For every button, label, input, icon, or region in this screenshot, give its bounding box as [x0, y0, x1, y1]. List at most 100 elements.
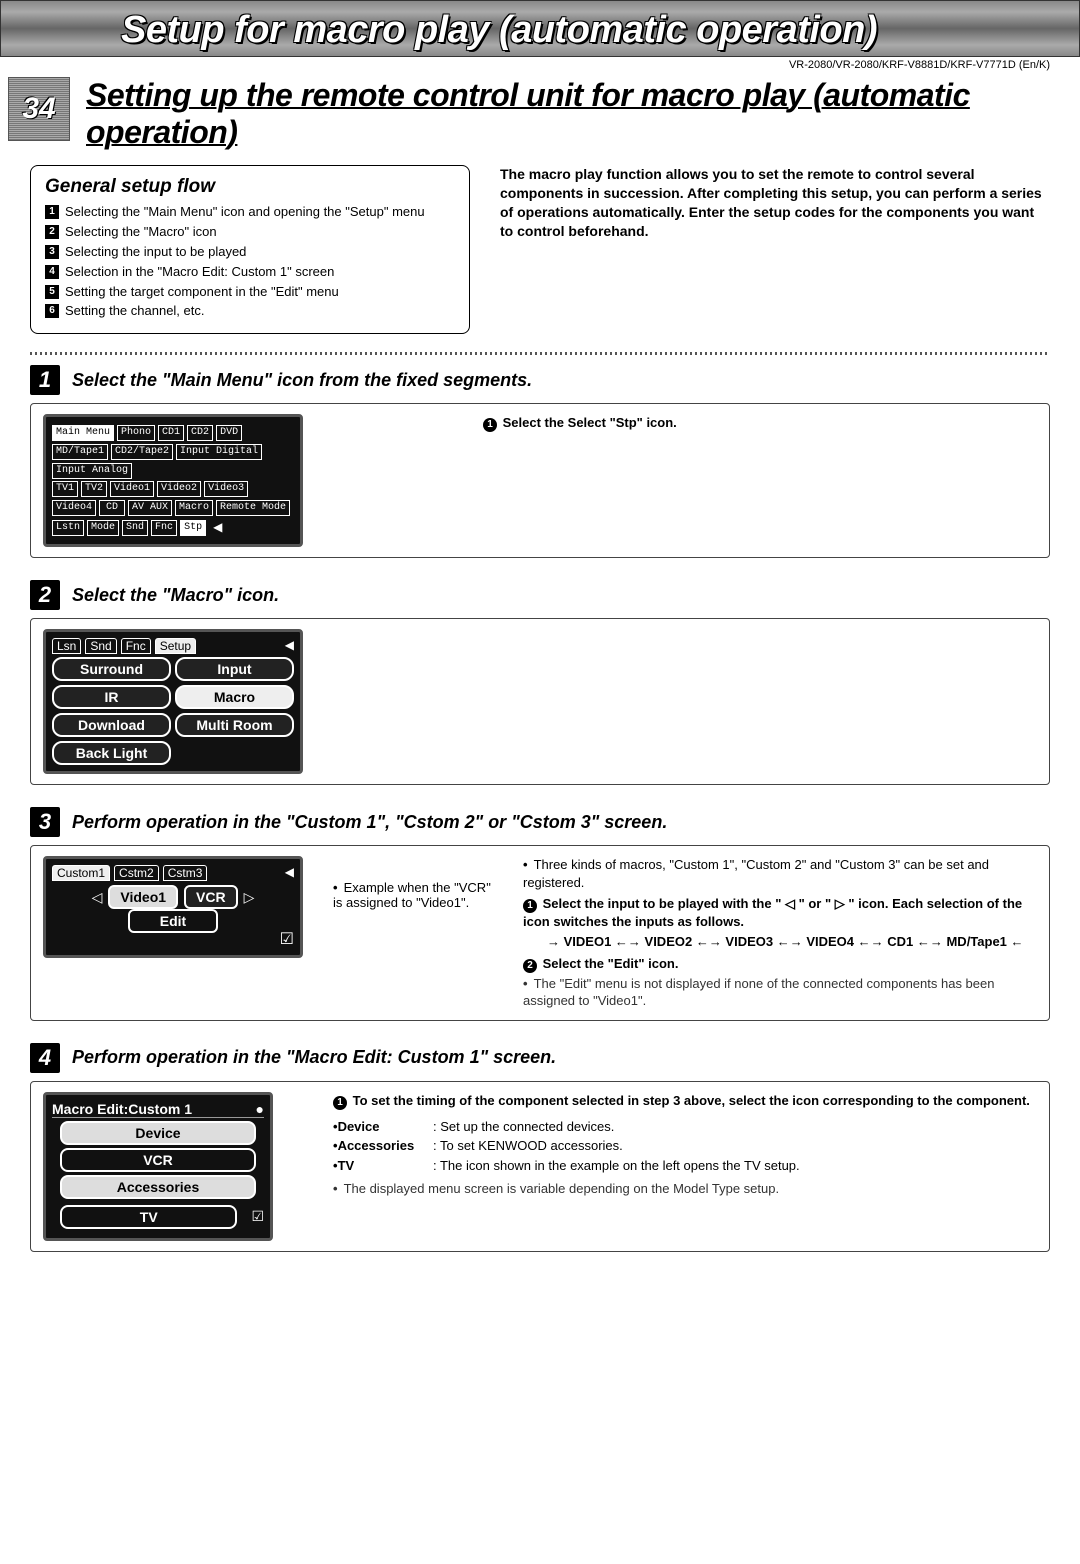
chapter-banner: Setup for macro play (automatic operatio…: [0, 0, 1080, 57]
def-desc: : The icon shown in the example on the l…: [433, 1157, 1037, 1175]
step-num: 4: [30, 1043, 60, 1073]
lcd-screenshot: Macro Edit:Custom 1 ● Device VCR Accesso…: [43, 1092, 303, 1241]
step-head: 3 Perform operation in the "Custom 1", "…: [30, 807, 1050, 837]
lcd-cell: Input Analog: [52, 463, 132, 479]
step-1: 1 Select the "Main Menu" icon from the f…: [0, 355, 1080, 558]
definition-list: Device : Set up the connected devices. A…: [333, 1118, 1037, 1175]
def-term: Accessories: [333, 1137, 433, 1155]
note-text: The "Edit" menu is not displayed if none…: [523, 975, 1037, 1010]
step-num: 3: [30, 807, 60, 837]
intro-row: General setup flow 1Selecting the "Main …: [0, 159, 1080, 340]
flow-item: 2Selecting the "Macro" icon: [45, 224, 455, 241]
remote-lcd: Macro Edit:Custom 1 ● Device VCR Accesso…: [43, 1092, 273, 1241]
lcd-cell: DVD: [216, 425, 242, 441]
step-notes: 1 To set the timing of the component sel…: [333, 1092, 1037, 1241]
sq-num: 2: [45, 225, 59, 239]
lcd-tab: Lstn: [52, 520, 84, 536]
check-icon: ☑: [251, 1208, 264, 1225]
lcd-cell: CD2/Tape2: [111, 444, 173, 460]
lcd-tab: Lsn: [52, 638, 81, 654]
circle-num-icon: 1: [333, 1096, 347, 1110]
lcd-cell: TV1: [52, 481, 78, 497]
sq-num: 4: [45, 265, 59, 279]
flow-item: 3Selecting the input to be played: [45, 244, 455, 261]
flow-text: Selection in the "Macro Edit: Custom 1" …: [65, 264, 334, 281]
main-title-text: Setting up the remote control unit for m…: [86, 77, 970, 150]
lcd-screenshot: Main Menu Phono CD1 CD2 DVD MD/Tape1 CD2…: [43, 414, 453, 547]
lcd-tab: Stp: [180, 520, 206, 536]
circle-num-icon: 1: [483, 418, 497, 432]
sq-num: 6: [45, 304, 59, 318]
cursor-icon: ◀: [285, 638, 294, 654]
menu-cell: Input: [175, 657, 294, 681]
step-body: Lsn Snd Fnc Setup ◀ Surround Input IR Ma…: [30, 618, 1050, 785]
general-setup-flow-box: General setup flow 1Selecting the "Main …: [30, 165, 470, 334]
lcd-screenshot: Lsn Snd Fnc Setup ◀ Surround Input IR Ma…: [43, 629, 453, 774]
page-number: 34: [8, 77, 70, 141]
note-text: Three kinds of macros, "Custom 1", "Cust…: [523, 856, 1037, 891]
step-body: Macro Edit:Custom 1 ● Device VCR Accesso…: [30, 1081, 1050, 1252]
circle-num-icon: 2: [523, 959, 537, 973]
menu-cell: TV: [60, 1205, 237, 1229]
note-text: Select the "Edit" icon.: [543, 956, 679, 971]
flow-text: Setting the channel, etc.: [65, 303, 204, 320]
cursor-icon: ◀: [285, 865, 294, 881]
step-3: 3 Perform operation in the "Custom 1", "…: [0, 797, 1080, 1020]
lcd-cell: CD1: [158, 425, 184, 441]
step-body: Main Menu Phono CD1 CD2 DVD MD/Tape1 CD2…: [30, 403, 1050, 558]
note-text: Select the input to be played with the "…: [523, 896, 1022, 929]
lcd-cell: Macro: [175, 500, 213, 516]
lcd-tab: Setup: [155, 638, 196, 654]
step-title: Select the "Main Menu" icon from the fix…: [72, 370, 532, 391]
step-notes: [483, 629, 1037, 774]
remote-lcd: Main Menu Phono CD1 CD2 DVD MD/Tape1 CD2…: [43, 414, 303, 547]
flow-item: 5Setting the target component in the "Ed…: [45, 284, 455, 301]
cursor-icon: ◀: [213, 520, 222, 536]
flow-item: 4 Selection in the "Macro Edit: Custom 1"…: [45, 264, 455, 281]
example-note: Example when the "VCR" is assigned to "V…: [333, 856, 493, 1009]
model-line: VR-2080/VR-2080/KRF-V8881D/KRF-V7771D (E…: [0, 57, 1080, 73]
note-text: To set the timing of the component selec…: [353, 1093, 1030, 1108]
menu-cell: Surround: [52, 657, 171, 681]
lcd-cell: Video2: [157, 481, 201, 497]
step-head: 4 Perform operation in the "Macro Edit: …: [30, 1043, 1050, 1073]
lcd-tab: Fnc: [151, 520, 177, 536]
menu-cell: Multi Room: [175, 713, 294, 737]
step-head: 2 Select the "Macro" icon.: [30, 580, 1050, 610]
flow-item: 6 Setting the channel, etc.: [45, 303, 455, 320]
step-notes: 1 Select the Select "Stp" icon.: [483, 414, 1037, 547]
step-title: Select the "Macro" icon.: [72, 585, 279, 606]
lcd-cell: Video1: [110, 481, 154, 497]
lcd-cell: MD/Tape1: [52, 444, 108, 460]
menu-cell: Back Light: [52, 741, 171, 765]
menu-cell: Device: [60, 1121, 256, 1145]
step-num: 1: [30, 365, 60, 395]
menu-cell-macro: Macro: [175, 685, 294, 709]
lcd-tab: Snd: [122, 520, 148, 536]
step-notes: Three kinds of macros, "Custom 1", "Cust…: [523, 856, 1037, 1009]
lcd-cell: AV AUX: [128, 500, 172, 516]
lcd-tab: Cstm2: [114, 865, 159, 881]
intro-paragraph: The macro play function allows you to se…: [500, 165, 1050, 334]
step-head: 1 Select the "Main Menu" icon from the f…: [30, 365, 1050, 395]
cursor-icon: ●: [256, 1101, 264, 1117]
left-arrow-icon: ◁: [92, 889, 103, 906]
note-text: The displayed menu screen is variable de…: [333, 1180, 1037, 1198]
lcd-cell: Video4: [52, 500, 96, 516]
lcd-cell: Phono: [117, 425, 155, 441]
input-box: Video1: [108, 885, 178, 909]
step-title: Perform operation in the "Macro Edit: Cu…: [72, 1047, 556, 1068]
flow-item: 1Selecting the "Main Menu" icon and open…: [45, 204, 455, 221]
sq-num: 1: [45, 205, 59, 219]
flow-heading: General setup flow: [45, 176, 455, 198]
lcd-cell: Input Digital: [176, 444, 262, 460]
def-term: Device: [333, 1118, 433, 1136]
lcd-header: Macro Edit:Custom 1: [52, 1101, 192, 1117]
lcd-screenshot: Custom1 Cstm2 Cstm3 ◀ ◁ Video1 VCR ▷ Edi…: [43, 856, 303, 1009]
sq-num: 3: [45, 245, 59, 259]
input-sequence: → VIDEO1 ←→ VIDEO2 ←→ VIDEO3 ←→ VIDEO4 ←…: [547, 933, 1037, 951]
lcd-tab: Custom1: [52, 865, 110, 881]
def-desc: : Set up the connected devices.: [433, 1118, 1037, 1136]
step-num: 2: [30, 580, 60, 610]
flow-text: Setting the target component in the "Edi…: [65, 284, 339, 301]
